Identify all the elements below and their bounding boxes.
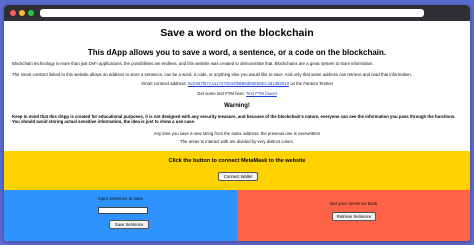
address-bar[interactable] xyxy=(40,9,424,17)
connect-wallet-section: Click the button to connect MetaMask to … xyxy=(4,151,470,190)
color-areas-note: The areas to interact with are divided b… xyxy=(180,139,294,144)
contract-address-prefix: Smart contract address: xyxy=(141,81,187,86)
retrieve-sentence-label: Get your sentence back xyxy=(329,201,378,206)
page-title: Save a word on the blockchain xyxy=(160,27,314,39)
contract-address-suffix: on the Fantom Testnet xyxy=(290,81,333,86)
faucet-link[interactable]: Test FTM faucet xyxy=(246,91,277,96)
warning-title: Warning! xyxy=(224,103,250,109)
close-window-icon[interactable] xyxy=(10,10,16,16)
warning-text: Keep in mind that this dApp is created f… xyxy=(12,114,456,125)
save-sentence-section: Input sentence to save Save Sentence xyxy=(4,190,237,241)
connect-wallet-label: Click the button to connect MetaMask to … xyxy=(168,158,306,164)
retrieve-sentence-section: Get your sentence back Retrieve Sentence xyxy=(237,190,470,241)
save-sentence-button[interactable]: Save Sentence xyxy=(109,220,149,229)
faucet-prefix: Get some test FTM here: xyxy=(197,91,245,96)
intro-paragraph-1: Blockchain technology is more than just … xyxy=(12,61,374,66)
faucet-line: Get some test FTM here: Test FTM faucet xyxy=(12,91,462,96)
retrieve-sentence-button[interactable]: Retrieve Sentence xyxy=(332,212,376,221)
browser-window: Save a word on the blockchain This dApp … xyxy=(4,5,470,241)
page-subtitle: This dApp allows you to save a word, a s… xyxy=(87,48,387,57)
overwrite-note: Any time you save a new string from the … xyxy=(153,131,321,136)
maximize-window-icon[interactable] xyxy=(28,10,34,16)
minimize-window-icon[interactable] xyxy=(19,10,25,16)
connect-wallet-button[interactable]: Connect Wallet xyxy=(218,172,258,181)
browser-titlebar xyxy=(4,5,470,21)
save-sentence-label: Input sentence to save xyxy=(97,196,144,201)
sentence-input[interactable] xyxy=(98,207,148,214)
page-content: Save a word on the blockchain This dApp … xyxy=(4,21,470,241)
contract-address-link[interactable]: 0xD287f57A1a17e72542f68B9d88E55EC4d1d825… xyxy=(188,81,289,86)
intro-paragraph-2: The smart contract linked to this websit… xyxy=(12,72,412,77)
contract-address-line: Smart contract address: 0xD287f57A1a17e7… xyxy=(12,81,462,86)
